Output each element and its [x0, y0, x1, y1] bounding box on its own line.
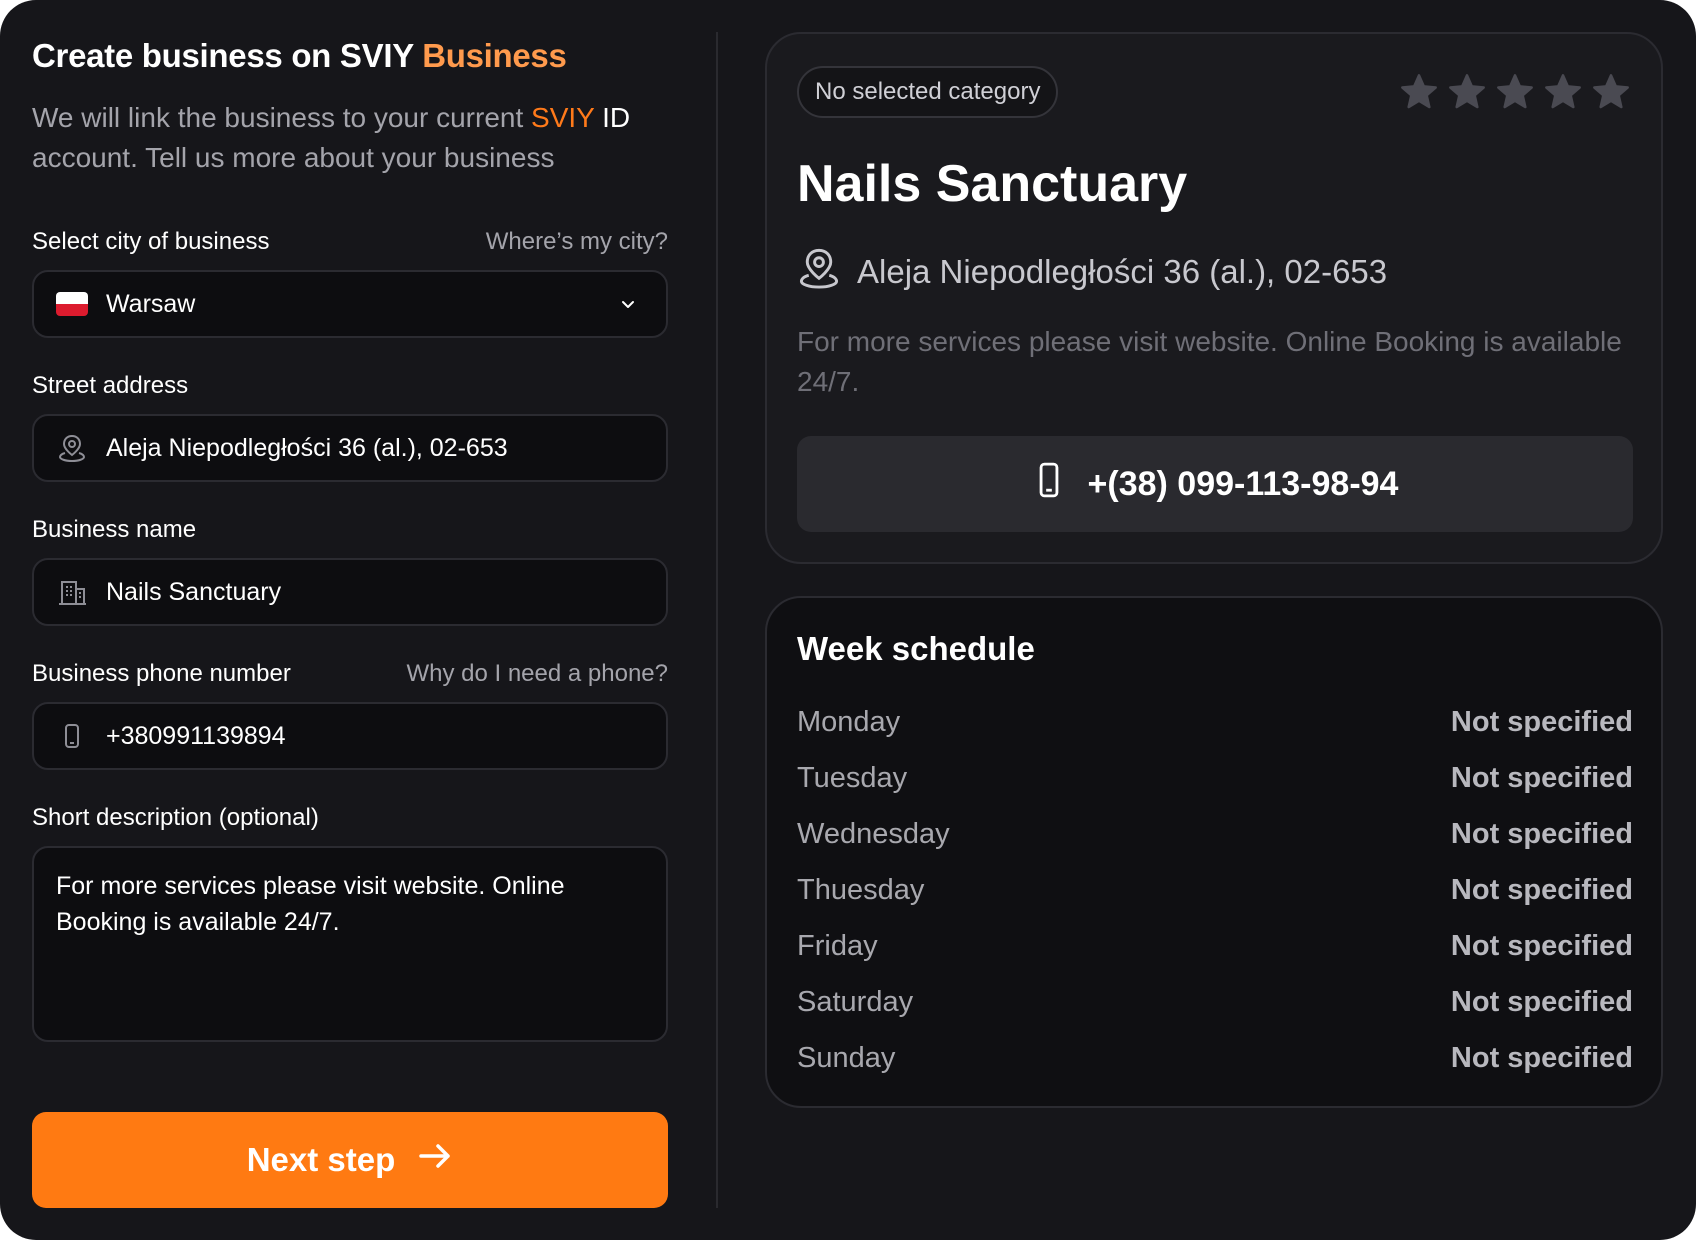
preview-description: For more services please visit website. … [797, 326, 1622, 397]
subtitle-text: We will link the business to your curren… [32, 102, 532, 133]
week-schedule-card: Week schedule Monday Not specified Tuesda… [765, 596, 1663, 1108]
schedule-status: Not specified [1450, 705, 1633, 738]
where-is-my-city-link[interactable]: Where’s my city? [486, 228, 668, 256]
schedule-row: Sunday Not specified [797, 1030, 1633, 1086]
preview-phone-button[interactable]: +(38) 099-113-98-94 [797, 436, 1633, 532]
smartphone-icon [56, 720, 88, 752]
street-label: Street address [32, 372, 189, 399]
poland-flag-icon [56, 288, 88, 320]
schedule-status: Not specified [1450, 1041, 1633, 1074]
star-icon [1545, 74, 1581, 109]
schedule-status: Not specified [1450, 985, 1633, 1018]
title-brand: SVIY [339, 37, 414, 74]
schedule-status: Not specified [1450, 761, 1633, 794]
business-preview-card: No selected category Nails Sanctuary Ale… [765, 32, 1663, 564]
panel-divider [716, 32, 718, 1208]
schedule-day: Tuesday [797, 761, 908, 794]
city-field: Select city of business Where’s my city?… [32, 222, 668, 338]
city-select[interactable]: Warsaw [32, 270, 668, 338]
street-value: Aleja Niepodległości 36 (al.), 02-653 [106, 433, 508, 462]
star-icon [1497, 74, 1533, 109]
schedule-row: Friday Not specified [797, 918, 1633, 974]
description-field: Short description (optional) For more se… [32, 798, 668, 1042]
city-label: Select city of business [32, 228, 270, 255]
business-name-input[interactable]: Nails Sanctuary [32, 558, 668, 626]
subtitle-brand: SVIY [531, 102, 595, 133]
schedule-day: Monday [797, 705, 901, 738]
schedule-row: Saturday Not specified [797, 974, 1633, 1030]
description-textarea[interactable]: For more services please visit website. … [32, 846, 668, 1042]
rating-stars [1399, 72, 1631, 112]
page-title: Create business on SVIY Business [32, 34, 668, 78]
smartphone-icon [1032, 460, 1066, 509]
why-phone-link[interactable]: Why do I need a phone? [406, 660, 668, 688]
phone-value: +380991139894 [106, 721, 286, 750]
phone-input[interactable]: +380991139894 [32, 702, 668, 770]
star-icon [1401, 74, 1437, 109]
location-pin-icon [797, 246, 841, 298]
star-icon [1449, 74, 1485, 109]
schedule-list: Monday Not specified Tuesday Not specified… [797, 694, 1633, 1086]
phone-field: Business phone number Why do I need a ph… [32, 654, 668, 770]
location-pin-icon [56, 432, 88, 464]
chevron-down-icon[interactable] [612, 288, 644, 320]
schedule-day: Saturday [797, 985, 914, 1018]
schedule-day: Wednesday [797, 817, 950, 850]
preview-address: Aleja Niepodległości 36 (al.), 02-653 [797, 246, 1387, 298]
title-prefix: Create business on [32, 37, 340, 74]
street-address-input[interactable]: Aleja Niepodległości 36 (al.), 02-653 [32, 414, 668, 482]
preview-phone-text: +(38) 099-113-98-94 [1087, 464, 1399, 503]
category-chip[interactable]: No selected category [797, 66, 1059, 118]
create-business-panel: Create business on SVIY Business We will… [0, 0, 1696, 1240]
arrow-right-icon [417, 1138, 453, 1182]
schedule-day: Friday [797, 929, 878, 962]
business-name-field: Business name Nails Sanctuary [32, 510, 668, 626]
subtitle-id: ID [602, 102, 631, 133]
next-step-label: Next step [246, 1141, 396, 1178]
schedule-row: Thuesday Not specified [797, 862, 1633, 918]
schedule-row: Monday Not specified [797, 694, 1633, 750]
street-field: Street address Aleja Niepodległości 36 (… [32, 366, 668, 482]
schedule-row: Tuesday Not specified [797, 750, 1633, 806]
schedule-day: Sunday [797, 1041, 896, 1074]
schedule-status: Not specified [1450, 817, 1633, 850]
building-icon [56, 576, 88, 608]
next-step-button[interactable]: Next step [32, 1112, 668, 1208]
star-icon [1593, 74, 1629, 109]
schedule-row: Wednesday Not specified [797, 806, 1633, 862]
page-subtitle: We will link the business to your curren… [32, 98, 668, 178]
schedule-day: Thuesday [797, 873, 925, 906]
schedule-status: Not specified [1450, 873, 1633, 906]
preview-address-text: Aleja Niepodległości 36 (al.), 02-653 [857, 253, 1388, 290]
title-brand-suffix: Business [422, 37, 567, 74]
schedule-status: Not specified [1450, 929, 1633, 962]
business-form: Create business on SVIY Business We will… [32, 34, 668, 1042]
subtitle-text-end: account. Tell us more about your busines… [32, 142, 555, 173]
city-value: Warsaw [106, 289, 196, 318]
phone-label: Business phone number [32, 660, 291, 687]
business-name-value: Nails Sanctuary [106, 577, 282, 606]
business-name-label: Business name [32, 516, 197, 543]
preview-business-name: Nails Sanctuary [797, 155, 1188, 213]
description-label: Short description (optional) [32, 804, 319, 831]
week-schedule-title: Week schedule [797, 630, 1035, 667]
